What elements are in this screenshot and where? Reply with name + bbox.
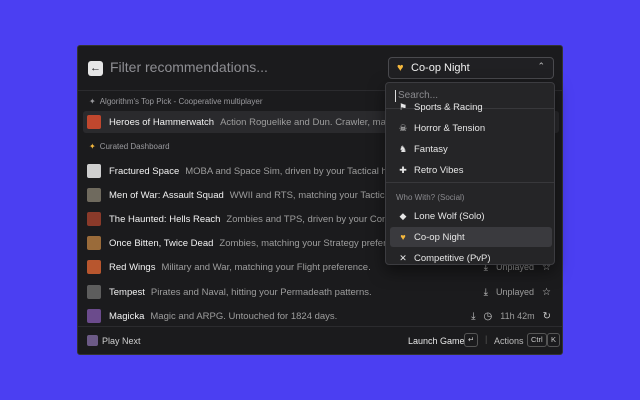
mood-dropdown[interactable]: ♥ Co-op Night ⌃ xyxy=(388,57,554,79)
back-button[interactable]: ← xyxy=(88,61,103,76)
list-item[interactable]: Magicka Magic and ARPG. Untouched for 182… xyxy=(83,305,559,327)
swords-icon: ✕ xyxy=(399,252,407,263)
game-title: Men of War: Assault Squad xyxy=(109,189,224,201)
game-title: Tempest xyxy=(109,286,145,298)
dragon-icon: ♞ xyxy=(398,143,408,154)
menu-item[interactable]: ✕ Competitive (PvP) xyxy=(390,248,552,264)
menu-item[interactable]: ◆ Lone Wolf (Solo) xyxy=(390,206,552,226)
list-item[interactable]: Tempest Pirates and Naval, hitting your P… xyxy=(83,281,559,303)
game-title: Magicka xyxy=(109,310,145,322)
menu-item-label: Co-op Night xyxy=(414,231,465,243)
star-icon[interactable]: ☆ xyxy=(542,287,551,298)
wolf-icon: ◆ xyxy=(399,210,407,221)
divider: | xyxy=(485,334,488,344)
footer: Play Next Launch Game ↵ | Actions Ctrl K xyxy=(78,326,562,354)
game-thumbnail xyxy=(87,164,101,178)
k-key-badge: K xyxy=(547,333,561,347)
sparkle-icon: ✦ xyxy=(89,97,96,106)
game-description: Magic and ARPG. Untouched for 1824 days. xyxy=(150,310,338,322)
racing-icon: ⚑ xyxy=(398,101,408,112)
heart-icon: ♥ xyxy=(397,62,404,74)
game-title: Red Wings xyxy=(109,261,156,273)
menu-group-label: Who With? (Social) xyxy=(396,193,465,202)
game-thumbnail xyxy=(87,260,101,274)
game-title: Once Bitten, Twice Dead xyxy=(109,237,214,249)
ghost-icon: ☠ xyxy=(398,122,408,133)
launch-game-button[interactable]: Launch Game xyxy=(408,336,465,346)
actions-button[interactable]: Actions xyxy=(494,336,524,346)
game-thumbnail xyxy=(87,188,101,202)
star-sparkle-icon: ✦ xyxy=(89,142,96,151)
chevron-up-icon: ⌃ xyxy=(537,61,545,71)
playtime-status: Unplayed xyxy=(496,287,535,297)
curated-section-label: ✦ Curated Dashboard xyxy=(89,142,170,151)
download-icon[interactable]: ⤓ xyxy=(471,311,475,322)
game-title: Fractured Space xyxy=(109,165,180,177)
menu-item-label: Competitive (PvP) xyxy=(414,252,491,264)
game-description: Pirates and Naval, hitting your Permadea… xyxy=(150,286,372,298)
download-icon[interactable]: ⤓ xyxy=(484,287,488,298)
menu-item[interactable]: ⚑ Sports & Racing xyxy=(390,97,552,117)
game-thumbnail xyxy=(87,236,101,250)
menu-divider xyxy=(386,182,554,183)
enter-key-badge: ↵ xyxy=(464,333,479,347)
menu-item[interactable]: ☠ Horror & Tension xyxy=(390,118,552,138)
mood-dropdown-menu: Search... ⚑ Sports & Racing ☠ Horror & Tens… xyxy=(385,82,555,265)
game-description: Zombies, matching your Strategy preferen… xyxy=(219,237,410,249)
game-description: Military and War, matching your Flight p… xyxy=(161,261,371,273)
ctrl-key-badge: Ctrl xyxy=(527,333,547,347)
arrow-left-icon: ← xyxy=(90,62,101,74)
filter-input[interactable]: Filter recommendations... xyxy=(110,59,268,75)
heart-icon: ♥ xyxy=(400,232,406,242)
menu-item-label: Lone Wolf (Solo) xyxy=(414,210,485,222)
menu-item[interactable]: ✚ Retro Vibes xyxy=(390,160,552,180)
menu-item-label: Horror & Tension xyxy=(414,122,486,134)
row-actions: ⤓ ◷ 11h 42m ↻ xyxy=(465,305,551,327)
top-pick-section-label: ✦ Algorithm's Top Pick - Cooperative mul… xyxy=(89,97,263,106)
clock-icon: ◷ xyxy=(483,310,493,322)
menu-item-label: Fantasy xyxy=(414,143,448,155)
playtime-status: 11h 42m xyxy=(500,311,535,321)
menu-item-label: Retro Vibes xyxy=(414,164,464,176)
game-thumbnail xyxy=(87,285,101,299)
menu-item[interactable]: ♥ Co-op Night xyxy=(390,227,552,247)
game-description: MOBA and Space Sim, driven by your Tacti… xyxy=(185,165,412,177)
refresh-icon[interactable]: ↻ xyxy=(543,311,551,322)
play-next-label: Play Next xyxy=(102,336,141,346)
menu-item[interactable]: ♞ Fantasy xyxy=(390,139,552,159)
game-title: The Haunted: Hells Reach xyxy=(109,213,221,225)
game-thumbnail xyxy=(87,212,101,226)
play-next-icon xyxy=(87,335,98,346)
game-thumbnail xyxy=(87,309,101,323)
row-actions: ⤓ Unplayed ☆ xyxy=(477,281,551,303)
game-thumbnail xyxy=(87,115,101,129)
dropdown-label: Co-op Night xyxy=(411,62,470,74)
menu-item-label: Sports & Racing xyxy=(414,101,483,113)
joystick-icon: ✚ xyxy=(399,164,407,175)
